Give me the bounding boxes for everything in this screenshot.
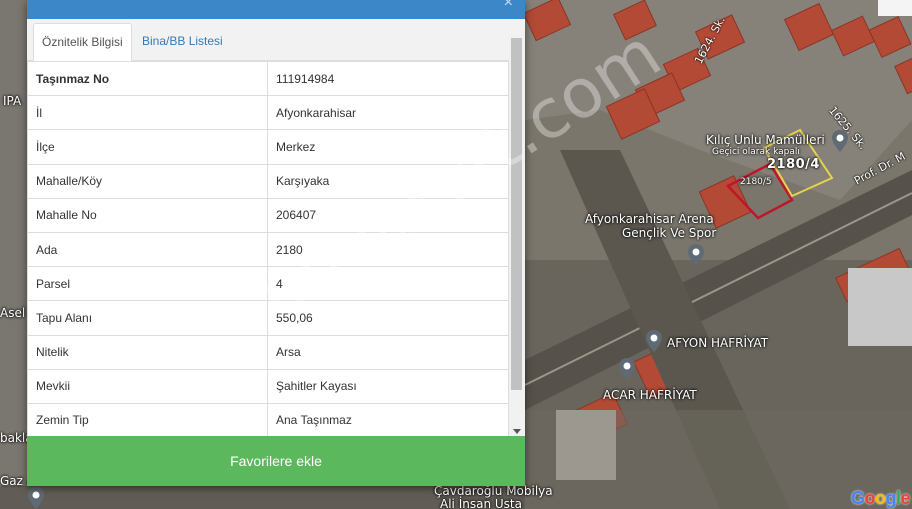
map-label-kilic-sub: Geçici olarak kapalı: [712, 147, 800, 157]
attribute-value: Arsa: [267, 334, 509, 370]
map-label-cavdaroglu: Çavdaroğlu Mobilya: [434, 484, 553, 498]
map-label-left-ipa: IPA: [3, 94, 22, 108]
attribute-value: 111914984: [267, 61, 509, 97]
map-pin-icon[interactable]: [28, 487, 44, 509]
map-label-kilic: Kılıç Unlu Mamülleri: [706, 133, 825, 147]
table-row: İl Afyonkarahisar: [27, 95, 509, 131]
attribute-table-container[interactable]: Taşınmaz No 111914984 İl Afyonkarahisar İlçe…: [27, 61, 509, 436]
attribute-key: Tapu Alanı: [27, 300, 268, 336]
attribute-value: Şahitler Kayası: [267, 368, 509, 404]
dialog-header: ×: [27, 0, 525, 19]
map-pin-icon[interactable]: [646, 330, 662, 352]
attribute-key: Mahalle No: [27, 197, 268, 233]
attribute-value: Ana Taşınmaz: [267, 402, 509, 436]
attribute-value: 206407: [267, 197, 509, 233]
table-scrollbar[interactable]: [509, 34, 525, 436]
attribute-key: Taşınmaz No: [27, 61, 268, 97]
tab-bar: Öznitelik Bilgisi Bina/BB Listesi: [27, 19, 525, 61]
map-label-arena: Afyonkarahisar Arena: [585, 212, 714, 226]
table-row: İlçe Merkez: [27, 129, 509, 165]
table-row: Taşınmaz No 111914984: [27, 61, 509, 97]
attribute-value: 550,06: [267, 300, 509, 336]
table-row: Tapu Alanı 550,06: [27, 300, 509, 336]
attribute-key: Parsel: [27, 266, 268, 302]
map-corner-control[interactable]: [878, 0, 912, 16]
scroll-down-arrow-icon[interactable]: [513, 429, 521, 434]
map-label-arena-sub: Gençlik Ve Spor: [622, 226, 717, 240]
parcel-label-selected: 2180/5: [740, 177, 772, 187]
map-pin-icon[interactable]: [688, 244, 704, 266]
attribute-key: Mevkii: [27, 368, 268, 404]
attribute-value: Karşıyaka: [267, 163, 509, 199]
table-row: Ada 2180: [27, 231, 509, 268]
attribute-value: 4: [267, 266, 509, 302]
tab-attributes[interactable]: Öznitelik Bilgisi: [33, 23, 132, 61]
attribute-key: Ada: [27, 231, 268, 268]
add-to-favorites-button[interactable]: Favorilere ekle: [27, 436, 525, 486]
map-pin-icon[interactable]: [619, 358, 635, 380]
attribute-key: Mahalle/Köy: [27, 163, 268, 199]
attribute-key: İl: [27, 95, 268, 131]
table-row: Parsel 4: [27, 266, 509, 302]
close-icon[interactable]: ×: [504, 0, 513, 12]
attribute-value: 2180: [267, 231, 509, 268]
table-row: Zemin Tip Ana Taşınmaz: [27, 402, 509, 436]
map-label-ali-insan: Ali İnsan Usta: [440, 497, 522, 509]
parcel-label-neighbor: 2180/4: [767, 157, 820, 172]
map-label-left-asel: Asel: [0, 306, 26, 320]
attribute-key: Zemin Tip: [27, 402, 268, 436]
scrollbar-thumb[interactable]: [511, 38, 522, 390]
map-pin-icon[interactable]: [832, 130, 848, 152]
google-logo: Google: [850, 488, 911, 508]
attribute-key: İlçe: [27, 129, 268, 165]
map-label-acar-hafriyat: ACAR HAFRİYAT: [603, 388, 697, 402]
parcel-info-dialog: × Öznitelik Bilgisi Bina/BB Listesi Taşı…: [27, 0, 525, 486]
table-row: Mevkii Şahitler Kayası: [27, 368, 509, 404]
table-row: Mahalle/Köy Karşıyaka: [27, 163, 509, 199]
attribute-table: Taşınmaz No 111914984 İl Afyonkarahisar İlçe…: [27, 61, 509, 436]
table-row: Nitelik Arsa: [27, 334, 509, 370]
attribute-value: Merkez: [267, 129, 509, 165]
attribute-value: Afyonkarahisar: [267, 95, 509, 131]
map-label-afyon-hafriyat: AFYON HAFRİYAT: [667, 336, 769, 350]
tab-building-list[interactable]: Bina/BB Listesi: [134, 23, 231, 61]
attribute-key: Nitelik: [27, 334, 268, 370]
table-row: Mahalle No 206407: [27, 197, 509, 233]
